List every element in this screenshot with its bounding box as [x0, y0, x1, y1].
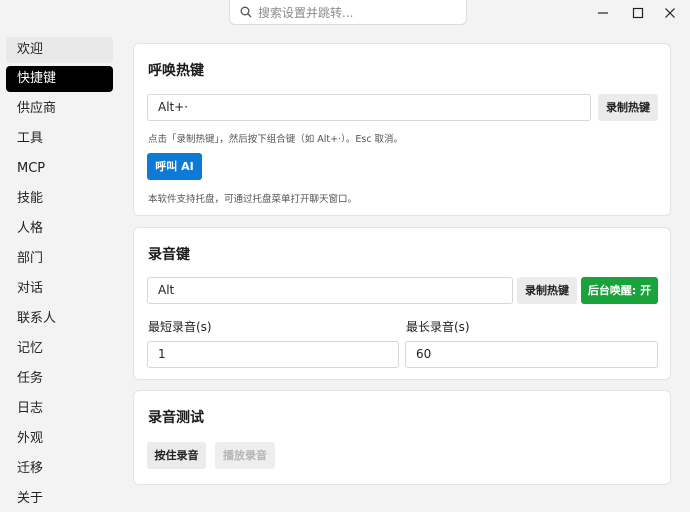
sidebar-item-memory[interactable]: 记忆	[6, 336, 113, 362]
sidebar-item-contacts[interactable]: 联系人	[6, 306, 113, 332]
record-hotkey-title: 录音键	[148, 247, 190, 263]
sidebar-item-logs[interactable]: 日志	[6, 396, 113, 422]
close-button[interactable]	[658, 4, 682, 22]
sidebar-item-chat[interactable]: 对话	[6, 276, 113, 302]
record-test-card: 录音测试 按住录音 播放录音	[133, 390, 671, 485]
sidebar-item-appearance[interactable]: 外观	[6, 426, 113, 452]
sidebar-item-about[interactable]: 关于	[6, 486, 113, 512]
wake-hotkey-hint: 点击「录制热键」，然后按下组合键（如 Alt+·）。Esc 取消。	[148, 134, 404, 145]
sidebar-item-tasks[interactable]: 任务	[6, 366, 113, 392]
maximize-icon	[632, 7, 644, 19]
sidebar-item-providers[interactable]: 供应商	[6, 96, 113, 122]
wake-hotkey-card: 呼唤热键 Alt+· 录制热键 点击「录制热键」，然后按下组合键（如 Alt+·…	[133, 43, 671, 216]
wake-hotkey-input[interactable]: Alt+·	[147, 94, 591, 121]
sidebar-item-migration[interactable]: 迁移	[6, 456, 113, 482]
search-box[interactable]: 搜索设置并跳转...	[229, 0, 467, 25]
search-icon	[240, 6, 252, 18]
max-record-label: 最长录音(s)	[406, 320, 470, 334]
title-bar: 搜索设置并跳转...	[0, 0, 690, 36]
min-record-label: 最短录音(s)	[148, 320, 212, 334]
sidebar-item-mcp[interactable]: MCP	[6, 156, 113, 182]
minimize-icon	[598, 12, 608, 14]
close-icon	[665, 8, 675, 18]
sidebar-item-skills[interactable]: 技能	[6, 186, 113, 212]
search-placeholder: 搜索设置并跳转...	[258, 5, 354, 20]
sidebar-item-tools[interactable]: 工具	[6, 126, 113, 152]
tray-hint: 本软件支持托盘，可通过托盘菜单打开聊天窗口。	[148, 194, 358, 205]
minimize-button[interactable]	[591, 4, 615, 22]
max-record-input[interactable]: 60	[405, 341, 658, 368]
wake-record-hotkey-button[interactable]: 录制热键	[598, 94, 658, 121]
background-wake-toggle[interactable]: 后台唤醒: 开	[581, 277, 658, 304]
wake-hotkey-title: 呼唤热键	[148, 63, 204, 79]
record-test-title: 录音测试	[148, 410, 204, 426]
hold-to-record-button[interactable]: 按住录音	[147, 442, 206, 469]
sidebar-item-departments[interactable]: 部门	[6, 246, 113, 272]
maximize-button[interactable]	[626, 4, 650, 22]
record-hotkey-card: 录音键 Alt 录制热键 后台唤醒: 开 最短录音(s) 1 最长录音(s) 6…	[133, 227, 671, 380]
sidebar-item-hotkeys[interactable]: 快捷键	[6, 66, 113, 92]
sidebar: 欢迎 快捷键 供应商 工具 MCP 技能 人格 部门 对话 联系人 记忆 任务 …	[0, 36, 122, 506]
call-ai-button[interactable]: 呼叫 AI	[147, 153, 202, 180]
min-record-input[interactable]: 1	[147, 341, 399, 368]
record-record-hotkey-button[interactable]: 录制热键	[517, 277, 577, 304]
record-hotkey-input[interactable]: Alt	[147, 277, 513, 304]
sidebar-item-welcome[interactable]: 欢迎	[6, 37, 113, 63]
play-recording-button[interactable]: 播放录音	[215, 442, 275, 469]
sidebar-item-persona[interactable]: 人格	[6, 216, 113, 242]
